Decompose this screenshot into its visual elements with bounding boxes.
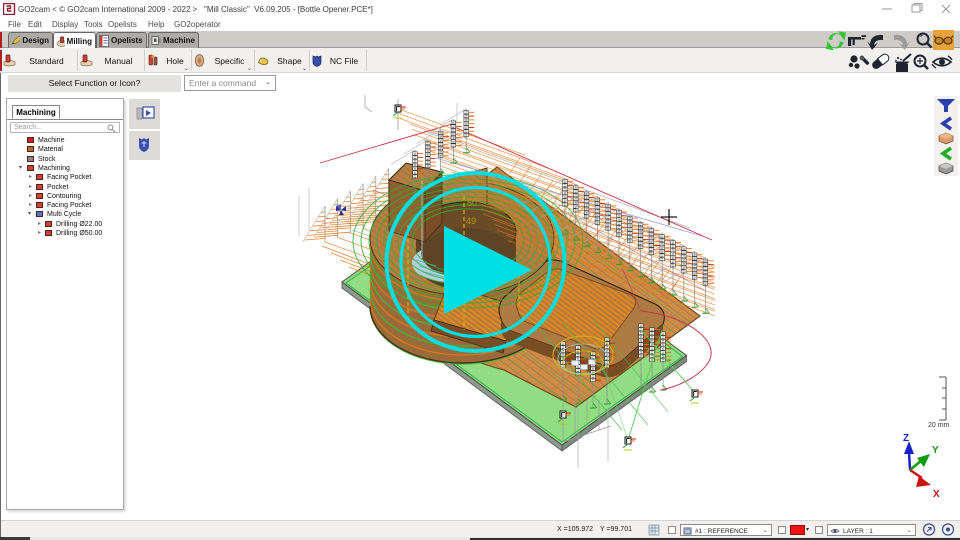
svg-text:22: 22 (593, 338, 606, 351)
svg-text:Y: Y (932, 445, 939, 456)
svg-text:X: X (933, 489, 940, 500)
svg-text:20 mm: 20 mm (928, 422, 950, 429)
svg-text:49: 49 (466, 216, 476, 226)
svg-text:50: 50 (467, 198, 477, 208)
svg-text:Z: Z (903, 433, 909, 444)
